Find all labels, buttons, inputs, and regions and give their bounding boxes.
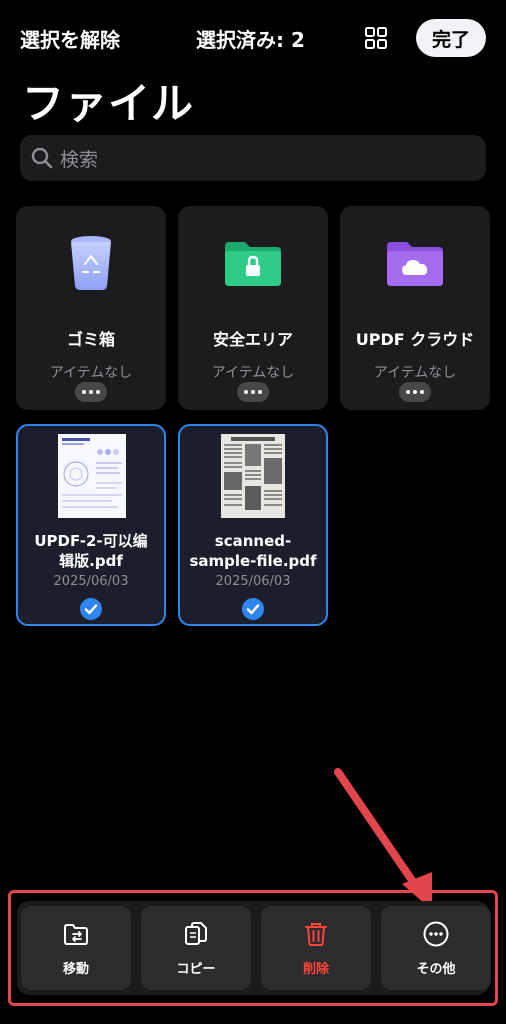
grid-icon[interactable]: [364, 26, 388, 50]
folder-name: 安全エリア: [212, 330, 293, 349]
delete-label: 削除: [302, 962, 329, 977]
selection-count: 選択済み: 2: [196, 28, 305, 52]
done-button[interactable]: 完了: [416, 19, 486, 57]
page-title: ファイル: [22, 79, 195, 128]
checkmark-icon[interactable]: [80, 598, 102, 620]
file-date: 2025/06/03: [53, 574, 129, 589]
locked-folder-icon: [223, 232, 283, 292]
toolbar-panel: 移動 コピー 削除 その他: [17, 901, 491, 995]
move-folder-icon: [62, 920, 90, 948]
move-button[interactable]: 移動: [21, 906, 131, 990]
folder-more-button[interactable]: [75, 382, 107, 402]
checkmark-icon[interactable]: [242, 598, 264, 620]
copy-label: コピー: [176, 962, 216, 977]
trash-icon: [302, 920, 330, 948]
deselect-button[interactable]: 選択を解除: [20, 24, 120, 53]
more-button[interactable]: その他: [381, 906, 491, 990]
folder-more-button[interactable]: [399, 382, 431, 402]
file-card[interactable]: UPDF-2-可以编 辑版.pdf 2025/06/03: [16, 424, 166, 626]
more-label: その他: [416, 962, 456, 977]
folder-subtitle: アイテムなし: [373, 365, 457, 381]
search-placeholder: 検索: [60, 148, 99, 171]
trash-bin-icon: [61, 232, 121, 292]
search-input[interactable]: 検索: [20, 135, 486, 181]
file-thumbnail: [221, 434, 285, 518]
copy-icon: [182, 920, 210, 948]
folder-subtitle: アイテムなし: [211, 365, 295, 381]
folder-name: ゴミ箱: [66, 330, 115, 349]
file-name: scanned- sample-file.pdf: [189, 532, 317, 570]
search-icon: [31, 147, 53, 169]
folder-card-secure-area[interactable]: 安全エリア アイテムなし: [178, 206, 328, 410]
file-card[interactable]: scanned- sample-file.pdf 2025/06/03: [178, 424, 328, 626]
folder-name: UPDF クラウド: [355, 330, 475, 349]
copy-button[interactable]: コピー: [141, 906, 251, 990]
top-bar: 選択を解除 選択済み: 2 完了: [0, 0, 506, 78]
file-thumbnail: [58, 434, 126, 518]
file-date: 2025/06/03: [215, 574, 291, 589]
cloud-folder-icon: [385, 232, 445, 292]
bottom-toolbar: 移動 コピー 削除 その他: [8, 890, 498, 1006]
folder-card-updf-cloud[interactable]: UPDF クラウド アイテムなし: [340, 206, 490, 410]
folder-subtitle: アイテムなし: [49, 365, 133, 381]
file-name: UPDF-2-可以编 辑版.pdf: [34, 532, 148, 570]
more-options-icon: [422, 920, 450, 948]
delete-button[interactable]: 削除: [261, 906, 371, 990]
move-label: 移動: [62, 962, 89, 977]
folder-more-button[interactable]: [237, 382, 269, 402]
folder-card-trash[interactable]: ゴミ箱 アイテムなし: [16, 206, 166, 410]
